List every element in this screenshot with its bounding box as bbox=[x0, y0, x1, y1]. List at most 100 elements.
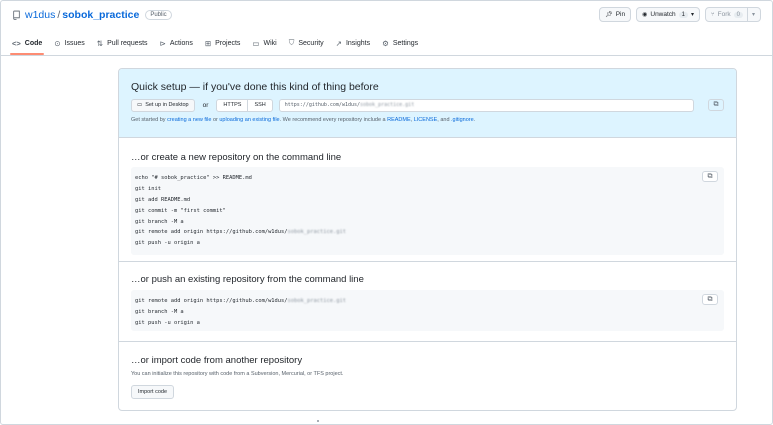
tab-label: Security bbox=[298, 39, 324, 47]
quick-setup-hint: Get started by creating a new file or up… bbox=[131, 117, 475, 123]
new-repo-code-block: echo "# sobok_practice" >> README.md git… bbox=[131, 167, 724, 255]
desktop-icon: ▭ bbox=[137, 102, 143, 108]
code-icon: <> bbox=[12, 38, 21, 48]
copy-icon: ⧉ bbox=[707, 295, 713, 303]
code-line: git add README.md bbox=[135, 196, 191, 203]
pin-icon: 📌︎ bbox=[605, 12, 613, 18]
hint-text: , and bbox=[437, 117, 452, 123]
push-existing-code-block: git remote add origin https://github.com… bbox=[131, 290, 724, 331]
code-line: git branch -M a bbox=[135, 218, 184, 225]
tabs-divider bbox=[0, 55, 773, 56]
readme-link[interactable]: README bbox=[387, 117, 411, 123]
copy-push-existing-button[interactable]: ⧉ bbox=[702, 294, 718, 305]
repo-tabs: <> Code ⊙ Issues ⇅ Pull requests ⊳ Actions ⊞… bbox=[9, 34, 430, 55]
shield-icon: ⛉ bbox=[288, 38, 295, 47]
pin-button[interactable]: 📌︎ Pin bbox=[599, 7, 632, 22]
push-existing-section: …or push an existing repository from the… bbox=[119, 262, 736, 342]
repo-name-link[interactable]: sobok_practice bbox=[62, 9, 139, 21]
fork-label: Fork bbox=[717, 11, 731, 18]
fork-icon: ⑂ bbox=[711, 11, 715, 18]
code-remote-prefix: git remote add origin https://github.com… bbox=[135, 229, 288, 236]
code-line: git remote add origin https://github.com… bbox=[135, 296, 720, 307]
tab-projects[interactable]: ⊞ Projects bbox=[205, 34, 241, 52]
tab-label: Code bbox=[24, 39, 43, 47]
tab-security[interactable]: ⛉ Security bbox=[289, 34, 324, 52]
tab-label: Actions bbox=[169, 39, 193, 47]
copy-new-repo-button[interactable]: ⧉ bbox=[702, 171, 718, 182]
hint-text: Get started by bbox=[131, 117, 168, 123]
tab-label: Settings bbox=[392, 39, 419, 47]
tab-label: Wiki bbox=[263, 39, 277, 47]
graph-icon: ↗ bbox=[335, 38, 342, 48]
code-line: git push -u origin a bbox=[135, 240, 200, 247]
play-icon: ⊳ bbox=[159, 38, 166, 48]
clone-url-input[interactable]: https://github.com/w1dus/sobok_practice.… bbox=[278, 98, 694, 112]
issue-icon: ⊙ bbox=[54, 38, 61, 48]
code-line: echo "# sobok_practice" >> README.md bbox=[135, 175, 252, 181]
or-label: or bbox=[202, 101, 209, 109]
code-line: git init bbox=[135, 185, 161, 192]
push-existing-title: …or push an existing repository from the… bbox=[131, 274, 364, 285]
code-remote-prefix: git remote add origin https://github.com… bbox=[135, 298, 288, 304]
setup-in-desktop-label: Set up in Desktop bbox=[145, 102, 189, 108]
fork-count: 0 bbox=[733, 11, 743, 18]
new-repo-title: …or create a new repository on the comma… bbox=[131, 152, 342, 163]
import-section: …or import code from another repository … bbox=[119, 342, 736, 410]
book-icon: ▭ bbox=[252, 38, 260, 48]
gitignore-link[interactable]: .gitignore bbox=[451, 117, 474, 123]
tab-issues[interactable]: ⊙ Issues bbox=[54, 34, 85, 52]
tab-wiki[interactable]: ▭ Wiki bbox=[252, 34, 276, 52]
copy-icon: ⧉ bbox=[713, 101, 719, 108]
create-new-file-link[interactable]: creating a new file bbox=[167, 117, 211, 123]
tab-settings[interactable]: ⚙ Settings bbox=[382, 34, 418, 52]
table-icon: ⊞ bbox=[204, 38, 212, 48]
tab-label: Issues bbox=[64, 39, 85, 47]
tab-label: Pull requests bbox=[107, 39, 148, 47]
license-link[interactable]: LICENSE bbox=[414, 117, 438, 123]
chevron-down-icon[interactable]: ▾ bbox=[752, 11, 755, 18]
code-remote-redacted: sobok_practice.git bbox=[287, 298, 346, 304]
clone-url-prefix: https://github.com/w1dus/ bbox=[284, 102, 361, 108]
fork-button[interactable]: ⑂ Fork 0 ▾ bbox=[705, 7, 761, 22]
repo-icon bbox=[13, 10, 20, 20]
import-code-button[interactable]: Import code bbox=[131, 385, 175, 399]
repo-path-separator: / bbox=[57, 9, 61, 21]
repo-header: w1dus / sobok_practice Public 📌︎ Pin ◉ U… bbox=[12, 7, 761, 22]
header-actions: 📌︎ Pin ◉ Unwatch 1 ▾ ⑂ Fork 0 ▾ bbox=[599, 7, 761, 22]
code-line: git push -u origin a bbox=[135, 319, 200, 326]
tab-insights[interactable]: ↗ Insights bbox=[336, 34, 370, 52]
copy-url-button[interactable]: ⧉ bbox=[708, 99, 724, 111]
https-button[interactable]: HTTPS bbox=[216, 98, 249, 112]
code-line: git remote add origin https://github.com… bbox=[135, 227, 720, 238]
upload-file-link[interactable]: uploading an existing file bbox=[219, 117, 279, 123]
copy-icon: ⧉ bbox=[707, 172, 713, 180]
hint-text: . bbox=[473, 117, 476, 123]
quick-setup-title: Quick setup — if you've done this kind o… bbox=[131, 81, 379, 93]
code-line: git commit -m "first commit" bbox=[135, 207, 226, 214]
tab-label: Projects bbox=[215, 39, 241, 47]
footer-dot bbox=[317, 420, 319, 422]
pin-label: Pin bbox=[615, 11, 626, 18]
empty-repo-setup: Quick setup — if you've done this kind o… bbox=[118, 68, 737, 411]
code-line: git branch -M a bbox=[135, 308, 184, 315]
tab-code[interactable]: <> Code bbox=[9, 34, 45, 55]
pull-request-icon: ⇅ bbox=[96, 38, 104, 48]
fork-divider bbox=[746, 7, 748, 22]
clone-url-row: ▭ Set up in Desktop or HTTPS SSH https:/… bbox=[131, 98, 724, 112]
unwatch-button[interactable]: ◉ Unwatch 1 ▾ bbox=[636, 7, 701, 22]
quick-setup-panel: Quick setup — if you've done this kind o… bbox=[119, 69, 736, 138]
tab-actions[interactable]: ⊳ Actions bbox=[160, 34, 193, 52]
hint-text: . We recommend every repository include … bbox=[279, 117, 388, 123]
import-description: You can initialize this repository with … bbox=[131, 371, 344, 377]
chevron-down-icon: ▾ bbox=[691, 12, 695, 18]
eye-icon: ◉ bbox=[642, 12, 648, 18]
visibility-badge: Public bbox=[145, 10, 172, 20]
gear-icon: ⚙ bbox=[382, 38, 389, 48]
ssh-button[interactable]: SSH bbox=[248, 98, 273, 112]
protocol-toggle: HTTPS SSH bbox=[216, 98, 273, 112]
watch-count: 1 bbox=[678, 11, 689, 18]
tab-pull-requests[interactable]: ⇅ Pull requests bbox=[97, 34, 148, 52]
setup-in-desktop-button[interactable]: ▭ Set up in Desktop bbox=[131, 98, 195, 112]
repo-owner-link[interactable]: w1dus bbox=[25, 9, 55, 21]
code-remote-redacted: sobok_practice.git bbox=[287, 229, 346, 236]
